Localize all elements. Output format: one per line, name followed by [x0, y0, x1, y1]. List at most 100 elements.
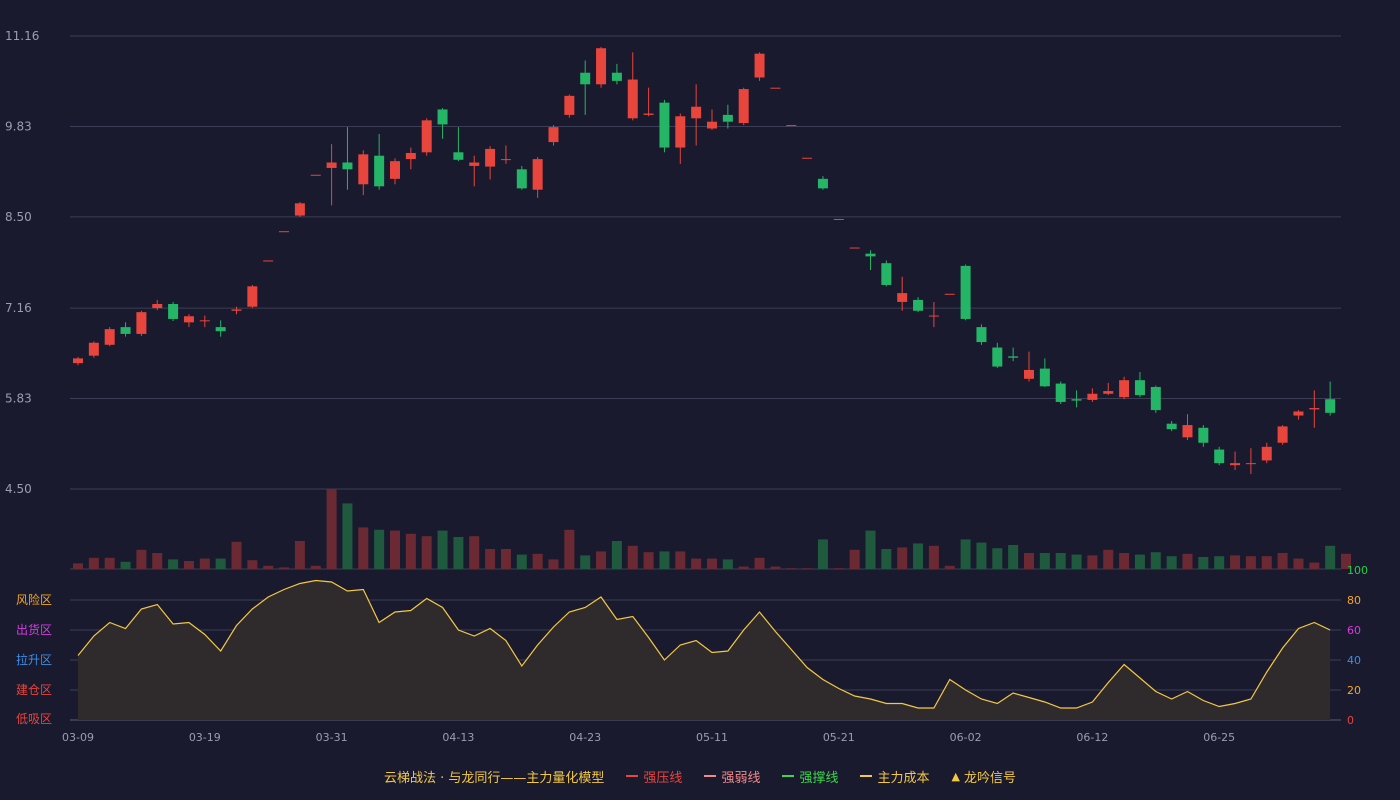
legend-item-strength-weakness[interactable]: 强弱线 [704, 767, 760, 786]
candle [1182, 414, 1193, 441]
candle [548, 125, 559, 146]
candle [104, 327, 115, 347]
candle [992, 342, 1003, 368]
oscillator-panel [70, 579, 1341, 721]
candle [1293, 410, 1304, 420]
oscillator-area [78, 580, 1331, 720]
candle-body [247, 286, 258, 307]
volume-bar [183, 561, 194, 569]
candle [358, 150, 369, 196]
candle [913, 297, 924, 313]
candle-body [405, 152, 416, 160]
volume-bar [310, 565, 321, 569]
volume-bar [722, 559, 733, 569]
volume-bar [104, 557, 115, 569]
candle-body [913, 299, 924, 311]
candle-body [215, 327, 226, 332]
candle-body [707, 121, 717, 129]
candle [73, 357, 83, 366]
candle [1166, 420, 1177, 432]
oscillator-tick-label: 80 [1347, 594, 1361, 607]
candle-body [1150, 386, 1161, 411]
volume-bar [817, 539, 828, 569]
legend-item-strong-pressure[interactable]: 强压线 [626, 767, 682, 786]
volume-bar [564, 529, 575, 569]
grid-lines [70, 35, 1341, 570]
volume-bar [913, 543, 924, 569]
volume-bar [263, 565, 274, 569]
volume-bar [897, 547, 908, 569]
candle-body [1182, 425, 1193, 438]
candle [405, 147, 416, 170]
candle-body [1134, 380, 1145, 396]
candle-body [659, 102, 670, 148]
candle [849, 247, 860, 249]
volume-bar [992, 548, 1003, 569]
legend-item-strong-support[interactable]: 强撑线 [782, 767, 838, 786]
candle [580, 60, 591, 115]
price-tick-label: 7.16 [5, 301, 32, 315]
candle-body [390, 161, 400, 179]
volume-bar [802, 568, 813, 569]
volume-bar [247, 560, 258, 569]
candle-body [611, 72, 622, 81]
volume-bar [675, 551, 686, 569]
candle-body [960, 265, 971, 319]
candle-body [120, 327, 131, 334]
candle-body [833, 218, 844, 220]
oscillator-tick-label: 40 [1347, 654, 1361, 667]
candle-body [199, 320, 210, 322]
legend-item-main-cost[interactable]: 主力成本 [860, 767, 929, 786]
candle-body [263, 260, 274, 262]
candle-body [342, 162, 353, 170]
candle [469, 155, 480, 187]
candle-body [627, 79, 638, 119]
candle [294, 201, 305, 217]
candle-body [548, 127, 559, 143]
date-tick-label: 03-19 [189, 731, 221, 744]
candle-body [421, 120, 432, 153]
candle-body [104, 329, 115, 345]
legend-label: 龙吟信号 [963, 770, 1016, 786]
volume-bar [548, 559, 559, 569]
candlestick-chart: 11.16 9.83 8.50 7.16 5.83 4.50 100 80 60 40 20 0 风… [5, 29, 1368, 744]
candle-body [897, 293, 908, 302]
candle [485, 146, 496, 180]
volume-bar [1039, 553, 1050, 569]
candle-body [817, 178, 828, 189]
candle [627, 52, 638, 121]
candle [88, 341, 99, 358]
zone-label: 风险区 [16, 592, 52, 607]
candle [802, 157, 813, 159]
candle [817, 176, 828, 190]
volume-bar [770, 566, 781, 569]
candle [120, 322, 131, 337]
candle [1245, 448, 1256, 475]
legend-title: 云梯战法 · 与龙同行——主力量化模型 [384, 767, 604, 786]
volume-bar [786, 568, 797, 569]
candle-body [675, 116, 686, 148]
candle-body [310, 174, 321, 176]
candle [611, 63, 622, 85]
candle [707, 109, 717, 130]
candle-body [802, 157, 813, 159]
candle-body [1103, 391, 1114, 394]
volume-bar [469, 536, 480, 569]
volume-bar [643, 552, 654, 569]
candle [1087, 388, 1098, 402]
price-tick-label: 4.50 [5, 482, 32, 496]
volume-bar [1024, 553, 1034, 569]
candle-body [326, 162, 337, 168]
candle [675, 113, 686, 164]
candle [643, 87, 654, 117]
volume-bar [374, 529, 385, 569]
candle [342, 127, 353, 190]
volume-bar [1182, 553, 1193, 569]
candle [1198, 425, 1209, 447]
volume-bar [215, 558, 226, 569]
candle [976, 324, 987, 345]
candle [881, 260, 892, 287]
chart-legend: 云梯战法 · 与龙同行——主力量化模型 强压线 强弱线 强撑线 主力成本 ▲ 龙… [0, 766, 1400, 786]
candle [1261, 442, 1272, 464]
legend-item-dragon-signal[interactable]: ▲ 龙吟信号 [951, 767, 1015, 786]
